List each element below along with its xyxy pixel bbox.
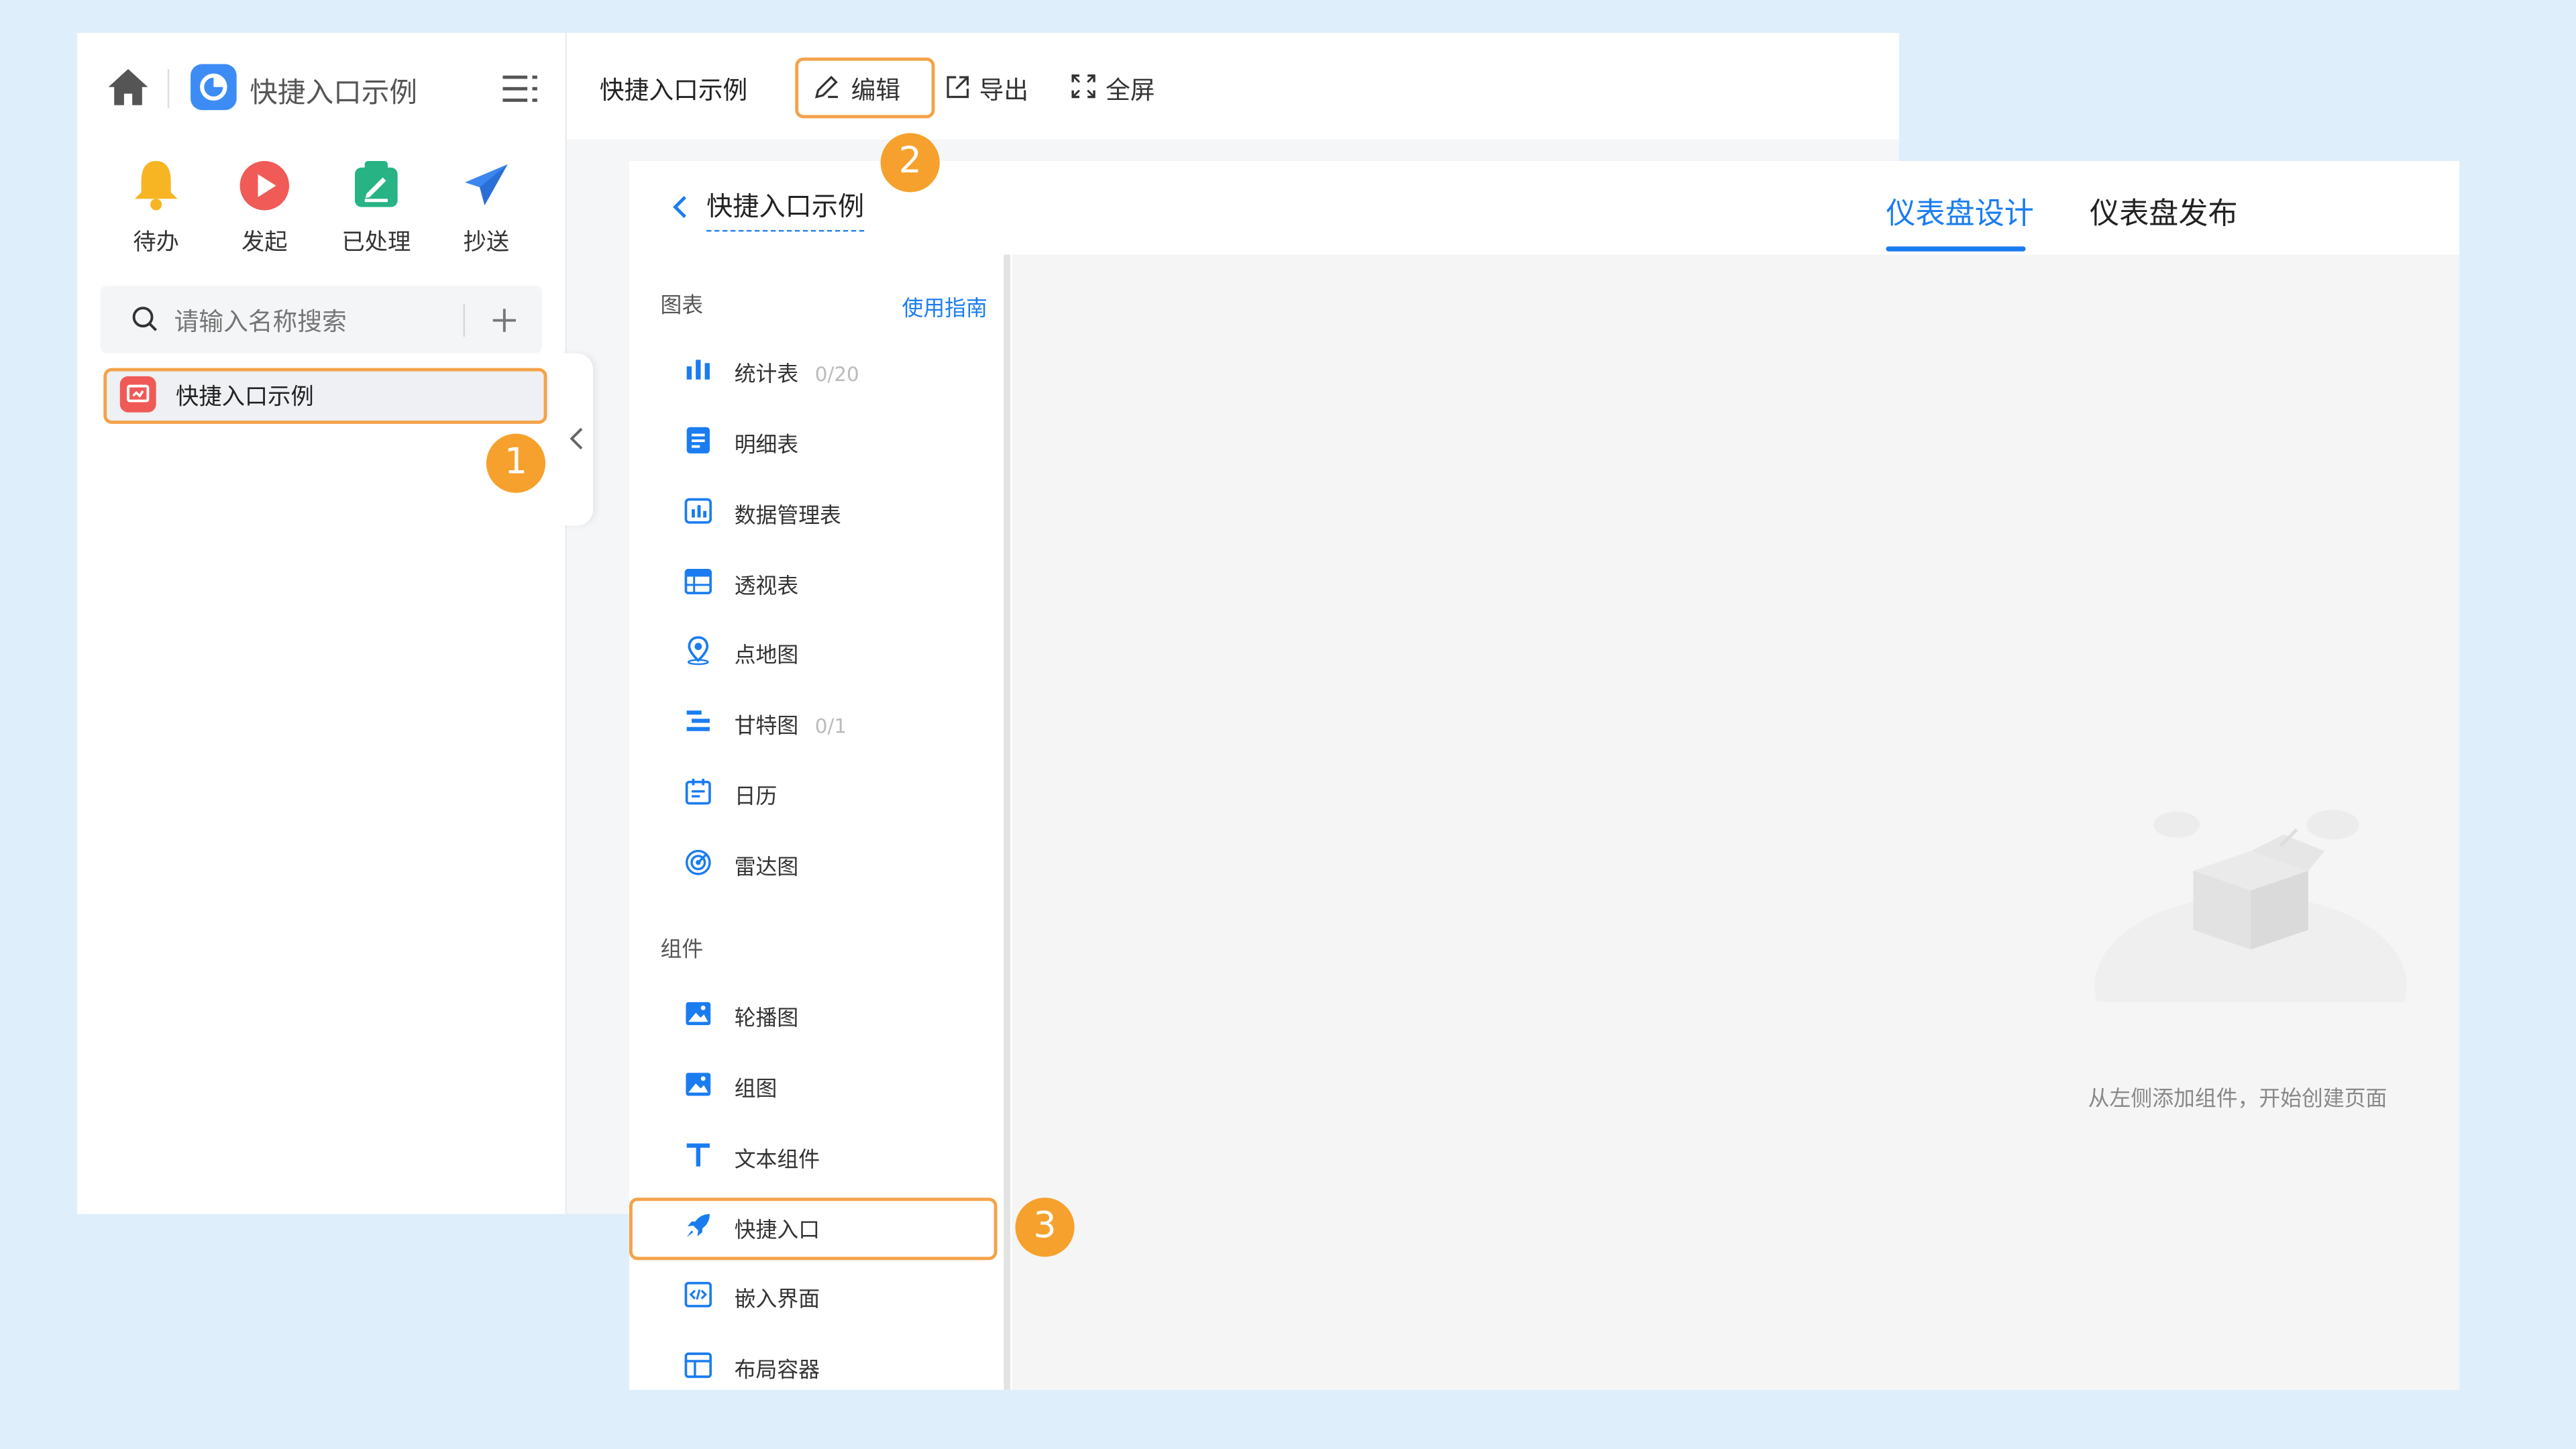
map-pin-icon: [687, 636, 709, 665]
menu-item-label: 轮播图: [734, 1007, 799, 1032]
quick-action-label: 抄送: [463, 229, 510, 257]
menu-item-point-map[interactable]: 点地图: [657, 629, 994, 676]
list-item-label: 快捷入口示例: [176, 384, 314, 411]
menu-item-image-group[interactable]: 组图: [657, 1063, 994, 1110]
menu-item-label: 甘特图: [734, 714, 799, 740]
quick-action-cc[interactable]: 抄送: [437, 156, 535, 258]
menu-item-text[interactable]: 文本组件: [657, 1134, 994, 1180]
empty-box-illustration: [2094, 810, 2407, 1002]
search-input[interactable]: [170, 299, 457, 345]
menu-item-quick-entry-content: 快捷入口: [657, 1204, 994, 1250]
main-title: 快捷入口示例: [599, 75, 748, 105]
text-icon: [686, 1143, 710, 1167]
tab-dashboard-publish[interactable]: 仪表盘发布: [2090, 191, 2237, 233]
usage-count: 0/1: [814, 714, 847, 738]
menu-item-layout-container[interactable]: 布局容器: [657, 1344, 994, 1390]
menu-item-label: 数据管理表: [734, 504, 841, 529]
menu-item-label: 布局容器: [734, 1358, 820, 1384]
chevron-left-icon[interactable]: [568, 425, 584, 451]
layout-container-icon: [684, 1352, 712, 1379]
quick-action-label: 待办: [133, 229, 179, 257]
rocket-icon: [686, 1214, 710, 1238]
annotation-badge-3: 3: [1015, 1197, 1075, 1257]
menu-item-label: 文本组件: [734, 1148, 820, 1173]
edit-button-label: 编辑: [851, 75, 901, 105]
annotation-badge-1: 1: [486, 433, 546, 493]
menu-item-label: 组图: [734, 1077, 777, 1103]
panel-scrollbar[interactable]: [1004, 254, 1011, 1390]
menu-icon[interactable]: [502, 74, 539, 103]
usage-count: 0/20: [814, 363, 859, 386]
annotation-badge-2: 2: [880, 133, 940, 193]
menu-item-bar-chart[interactable]: 统计表 0/20: [657, 348, 994, 394]
home-icon[interactable]: [105, 66, 152, 109]
menu-item-label: 透视表: [734, 575, 799, 600]
charts-section-title: 图表: [660, 294, 704, 319]
bell-icon: [134, 161, 178, 211]
play-icon: [239, 161, 290, 211]
main-header: [565, 32, 1900, 142]
bar-chart-icon: [686, 360, 710, 380]
quick-action-label: 发起: [241, 229, 288, 257]
processed-icon: [354, 161, 398, 207]
quick-action-todo[interactable]: 待办: [107, 156, 205, 258]
data-table-icon: [684, 498, 712, 524]
dashboard-item-icon: [119, 376, 156, 413]
fullscreen-button[interactable]: 全屏: [1106, 72, 1155, 107]
calendar-icon: [685, 778, 711, 805]
active-tab-indicator: [1886, 246, 2026, 252]
gantt-icon: [686, 710, 710, 731]
embed-code-icon: [684, 1281, 712, 1307]
menu-item-embed[interactable]: 嵌入界面: [657, 1273, 994, 1320]
menu-item-data-table[interactable]: 数据管理表: [657, 490, 994, 536]
detail-table-icon: [686, 427, 710, 453]
fullscreen-icon[interactable]: [1071, 74, 1096, 99]
back-chevron-icon[interactable]: [670, 194, 690, 220]
menu-item-label: 快捷入口: [734, 1219, 820, 1244]
app-title: 快捷入口示例: [250, 77, 418, 111]
menu-item-label: 日历: [734, 785, 777, 810]
image-group-icon: [686, 1073, 711, 1096]
menu-item-carousel[interactable]: 轮播图: [657, 992, 994, 1038]
menu-item-label: 嵌入界面: [734, 1288, 820, 1313]
components-section-title: 组件: [660, 938, 704, 963]
menu-item-calendar[interactable]: 日历: [657, 771, 994, 817]
guide-link[interactable]: 使用指南: [902, 290, 987, 322]
divider: [167, 68, 170, 109]
export-icon[interactable]: [945, 74, 971, 100]
add-icon[interactable]: [490, 306, 519, 335]
search-icon: [132, 307, 158, 331]
menu-item-label: 明细表: [734, 433, 799, 459]
pivot-table-icon: [684, 568, 712, 594]
menu-item-detail-table[interactable]: 明细表: [657, 419, 994, 465]
menu-item-label: 统计表: [734, 363, 799, 388]
menu-item-pivot-table[interactable]: 透视表: [657, 560, 994, 606]
divider: [463, 304, 466, 337]
list-item[interactable]: [103, 368, 547, 424]
menu-item-label: 点地图: [734, 644, 799, 669]
radar-icon: [685, 849, 711, 875]
quick-action-label: 已处理: [341, 229, 411, 257]
pencil-icon: [814, 75, 838, 99]
send-icon: [465, 164, 508, 206]
menu-item-label: 雷达图: [734, 855, 799, 881]
tab-dashboard-design[interactable]: 仪表盘设计: [1886, 191, 2033, 233]
menu-item-radar[interactable]: 雷达图: [657, 841, 994, 888]
carousel-image-icon: [686, 1002, 711, 1026]
export-button[interactable]: 导出: [979, 72, 1029, 107]
quick-action-processed[interactable]: 已处理: [327, 156, 425, 258]
quick-action-start[interactable]: 发起: [215, 156, 314, 258]
designer-title[interactable]: 快捷入口示例: [706, 184, 865, 232]
empty-state-text: 从左侧添加组件，开始创建页面: [2088, 1087, 2387, 1112]
app-logo-icon: [191, 64, 237, 111]
menu-item-gantt[interactable]: 甘特图 0/1: [657, 700, 994, 746]
